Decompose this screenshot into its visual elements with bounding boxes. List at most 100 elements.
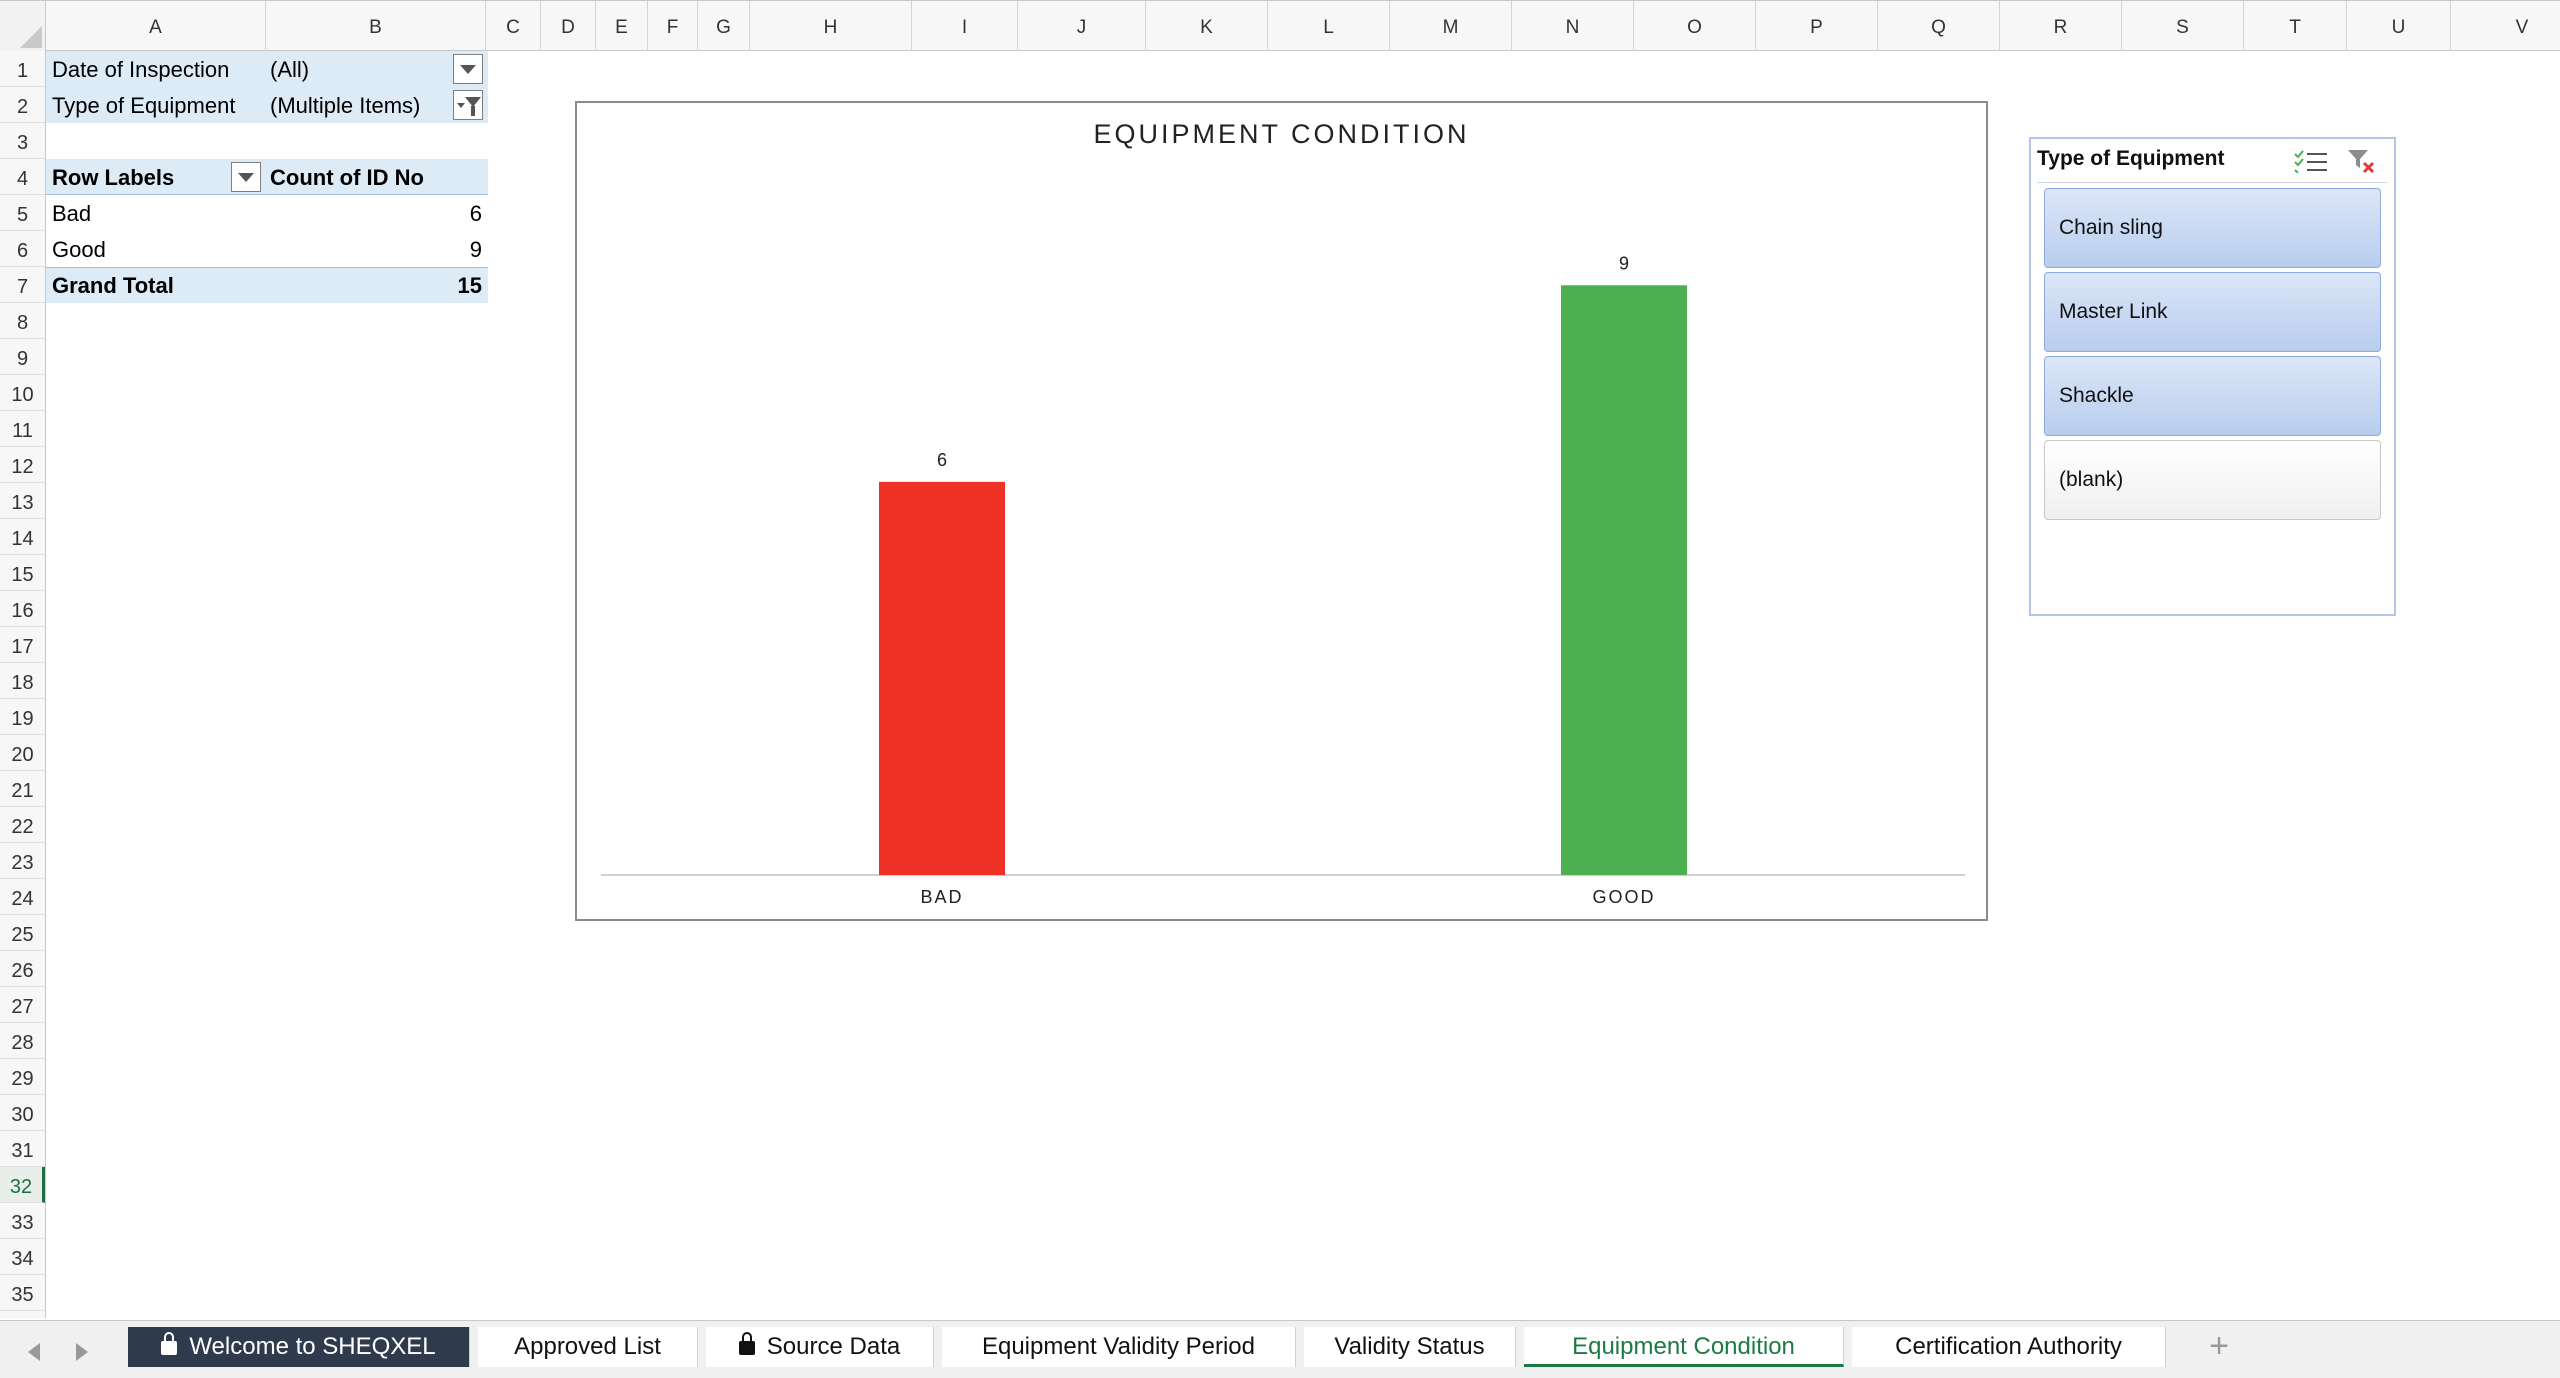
row-header-10[interactable]: 10 — [0, 375, 45, 411]
row-header-17[interactable]: 17 — [0, 627, 45, 663]
row-header-25[interactable]: 25 — [0, 915, 45, 951]
row-header-13[interactable]: 13 — [0, 483, 45, 519]
row-header-32[interactable]: 32 — [0, 1167, 45, 1203]
row-header-9[interactable]: 9 — [0, 339, 45, 375]
row-header-6[interactable]: 6 — [0, 231, 45, 267]
sheet-tab[interactable]: Approved List — [478, 1327, 698, 1367]
row-header-19[interactable]: 19 — [0, 699, 45, 735]
column-header-E[interactable]: E — [596, 1, 648, 51]
column-header-J[interactable]: J — [1018, 1, 1146, 51]
row-header-14[interactable]: 14 — [0, 519, 45, 555]
add-sheet-button[interactable]: + — [2196, 1327, 2242, 1367]
chevron-down-icon — [457, 103, 465, 108]
equipment-condition-chart[interactable]: EQUIPMENT CONDITION 6 BAD 9 GOOD — [575, 101, 1988, 921]
select-all-corner[interactable] — [0, 1, 46, 51]
row-header-2[interactable]: 2 — [0, 87, 45, 123]
slicer-item[interactable]: Master Link — [2044, 272, 2381, 352]
pivot-row-label[interactable]: Bad — [52, 195, 91, 231]
slicer-item[interactable]: (blank) — [2044, 440, 2381, 520]
bar-bad[interactable] — [879, 481, 1005, 875]
sheet-tab-label: Welcome to SHEQXEL — [189, 1333, 436, 1360]
column-header-N[interactable]: N — [1512, 1, 1634, 51]
column-header-Q[interactable]: Q — [1878, 1, 2000, 51]
column-header-D[interactable]: D — [541, 1, 596, 51]
row-header-31[interactable]: 31 — [0, 1131, 45, 1167]
row-header-29[interactable]: 29 — [0, 1059, 45, 1095]
row-header-18[interactable]: 18 — [0, 663, 45, 699]
row-labels-header: Row Labels — [52, 165, 175, 190]
sheet-tab-bar: Welcome to SHEQXEL Approved List Source Da… — [0, 1320, 2560, 1378]
column-header-M[interactable]: M — [1390, 1, 1512, 51]
row-header-22[interactable]: 22 — [0, 807, 45, 843]
scroll-left-icon[interactable] — [28, 1343, 40, 1361]
sheet-tab-label: Approved List — [514, 1333, 661, 1360]
type-of-equipment-slicer[interactable]: Type of Equipment Chain sling Master Link… — [2029, 137, 2396, 616]
column-header-I[interactable]: I — [912, 1, 1018, 51]
column-header-O[interactable]: O — [1634, 1, 1756, 51]
column-header-G[interactable]: G — [698, 1, 750, 51]
row-labels-dropdown[interactable] — [231, 162, 261, 192]
clear-filter-icon[interactable] — [2346, 147, 2376, 175]
sheet-tab[interactable]: Equipment Condition — [1524, 1327, 1844, 1367]
sheet-tab[interactable]: Certification Authority — [1852, 1327, 2166, 1367]
scroll-right-icon[interactable] — [76, 1343, 88, 1361]
pivot-row-label[interactable]: Good — [52, 231, 106, 267]
row-header-24[interactable]: 24 — [0, 879, 45, 915]
data-label-good: 9 — [1619, 253, 1629, 273]
tick-label-good: GOOD — [1592, 887, 1655, 907]
slicer-item[interactable]: Chain sling — [2044, 188, 2381, 268]
filter2-dropdown[interactable] — [453, 90, 483, 120]
data-label-bad: 6 — [937, 450, 947, 470]
row-header-26[interactable]: 26 — [0, 951, 45, 987]
column-header-A[interactable]: A — [46, 1, 266, 51]
row-header-20[interactable]: 20 — [0, 735, 45, 771]
column-header-K[interactable]: K — [1146, 1, 1268, 51]
column-header-B[interactable]: B — [266, 1, 486, 51]
row-header-27[interactable]: 27 — [0, 987, 45, 1023]
row-header-bar: 1 2 3 4 5 6 7 8 9 10 11 12 13 14 15 16 17 18 19 20 21 22 23 24 2… — [0, 51, 46, 1318]
row-header-7[interactable]: 7 — [0, 267, 45, 303]
filter1-label: Date of Inspection — [52, 57, 230, 82]
sheet-tab[interactable]: Welcome to SHEQXEL — [128, 1327, 470, 1367]
row-header-5[interactable]: 5 — [0, 195, 45, 231]
lock-icon — [161, 1332, 178, 1355]
row-header-1[interactable]: 1 — [0, 51, 45, 87]
column-header-R[interactable]: R — [2000, 1, 2122, 51]
sheet-tab[interactable]: Equipment Validity Period — [942, 1327, 1296, 1367]
row-header-11[interactable]: 11 — [0, 411, 45, 447]
sheet-tab[interactable]: Validity Status — [1304, 1327, 1516, 1367]
sheet-tab-label: Source Data — [766, 1333, 901, 1360]
row-header-23[interactable]: 23 — [0, 843, 45, 879]
chevron-down-icon — [238, 173, 254, 182]
row-header-28[interactable]: 28 — [0, 1023, 45, 1059]
row-header-34[interactable]: 34 — [0, 1239, 45, 1275]
slicer-item[interactable]: Shackle — [2044, 356, 2381, 436]
column-header-P[interactable]: P — [1756, 1, 1878, 51]
column-header-V[interactable]: V — [2451, 1, 2560, 51]
row-header-3[interactable]: 3 — [0, 123, 45, 159]
row-header-16[interactable]: 16 — [0, 591, 45, 627]
bar-good[interactable] — [1561, 285, 1687, 875]
sheet-tab[interactable]: Source Data — [706, 1327, 934, 1367]
filter-funnel-icon — [465, 97, 481, 116]
column-header-F[interactable]: F — [648, 1, 698, 51]
row-header-35[interactable]: 35 — [0, 1275, 45, 1311]
multi-select-icon[interactable] — [2294, 149, 2328, 173]
row-header-21[interactable]: 21 — [0, 771, 45, 807]
column-header-H[interactable]: H — [750, 1, 912, 51]
row-header-8[interactable]: 8 — [0, 303, 45, 339]
filter1-dropdown[interactable] — [453, 54, 483, 84]
row-header-33[interactable]: 33 — [0, 1203, 45, 1239]
row-header-12[interactable]: 12 — [0, 447, 45, 483]
row-header-30[interactable]: 30 — [0, 1095, 45, 1131]
row-header-4[interactable]: 4 — [0, 159, 45, 195]
pivot-row-value[interactable]: 6 — [270, 195, 482, 231]
row-header-15[interactable]: 15 — [0, 555, 45, 591]
column-header-C[interactable]: C — [486, 1, 541, 51]
column-header-U[interactable]: U — [2347, 1, 2451, 51]
column-header-T[interactable]: T — [2244, 1, 2347, 51]
pivot-row-value[interactable]: 9 — [270, 231, 482, 267]
sheet-tab-label: Equipment Condition — [1572, 1333, 1795, 1360]
column-header-L[interactable]: L — [1268, 1, 1390, 51]
column-header-S[interactable]: S — [2122, 1, 2244, 51]
